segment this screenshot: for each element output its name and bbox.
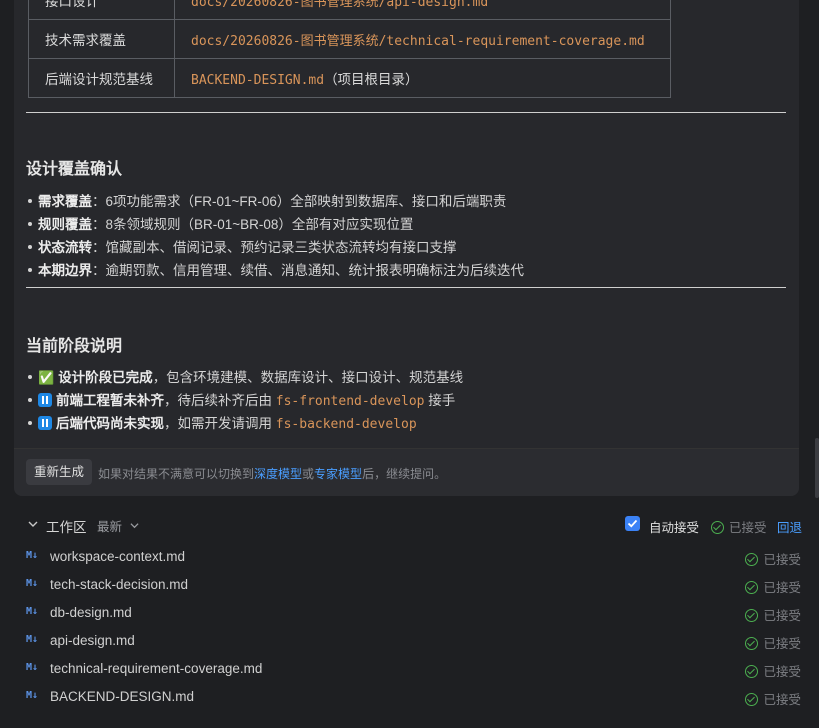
workspace-file-item[interactable]: M↓ api-design.md 已接受 — [0, 627, 819, 655]
file-status: 已接受 — [745, 577, 801, 596]
divider — [26, 287, 786, 288]
check-mark-icon: ✅ — [38, 370, 55, 385]
table-cell-label: 接口设计 — [28, 0, 175, 20]
coverage-list: 需求覆盖：6项功能需求（FR-01~FR-06）全部映射到数据库、接口和后端职责… — [28, 190, 524, 282]
path-suffix: （项目根目录） — [324, 72, 419, 87]
scrollbar[interactable] — [815, 438, 819, 498]
file-status: 已接受 — [745, 633, 801, 652]
table-cell-path: BACKEND-DESIGN.md（项目根目录） — [174, 58, 671, 98]
file-path-code: BACKEND-DESIGN.md — [191, 73, 325, 88]
markdown-icon: M↓ — [26, 690, 39, 701]
deep-model-link[interactable]: 深度模型 — [254, 467, 302, 481]
check-circle-icon — [745, 553, 759, 566]
file-path-code: docs/20260826-图书管理系统/api-design.md — [191, 0, 489, 10]
file-path-code: docs/20260826-图书管理系统/technical-requireme… — [191, 33, 645, 49]
expert-model-link[interactable]: 专家模型 — [314, 467, 362, 481]
check-circle-icon — [745, 609, 759, 622]
check-circle-icon — [745, 581, 759, 594]
workspace-file-item[interactable]: M↓ db-design.md 已接受 — [0, 599, 819, 627]
checkmark-icon — [627, 519, 638, 528]
pause-icon — [38, 393, 52, 407]
workspace-file-item[interactable]: M↓ workspace-context.md 已接受 — [0, 543, 819, 571]
table-row: 接口设计 docs/20260826-图书管理系统/api-design.md — [28, 0, 671, 20]
model-switch-hint: 如果对结果不满意可以切换到深度模型或专家模型后，继续提问。 — [98, 467, 447, 481]
regenerate-button[interactable]: 重新生成 — [26, 459, 93, 485]
message-footer: 重新生成 如果对结果不满意可以切换到深度模型或专家模型后，继续提问。 — [14, 448, 799, 496]
auto-accept-label: 自动接受 — [649, 521, 700, 535]
check-circle-icon — [711, 521, 724, 534]
chat-message-card: 接口设计 docs/20260826-图书管理系统/api-design.md … — [14, 0, 799, 496]
workspace-header: 工作区 最新 自动接受 已接受 回退 — [0, 508, 819, 540]
list-item: 需求覆盖：6项功能需求（FR-01~FR-06）全部映射到数据库、接口和后端职责 — [28, 190, 524, 213]
chevron-down-icon — [129, 523, 139, 529]
sort-dropdown[interactable]: 最新 — [97, 516, 139, 535]
list-item: 前端工程暂未补齐，待后续补齐后由 fs-frontend-develop 接手 — [28, 389, 463, 412]
markdown-icon: M↓ — [26, 578, 39, 589]
revert-button[interactable]: 回退 — [777, 517, 802, 536]
check-circle-icon — [745, 693, 759, 706]
divider — [26, 112, 786, 113]
check-circle-icon — [745, 665, 759, 678]
document-reference-table: 接口设计 docs/20260826-图书管理系统/api-design.md … — [28, 0, 671, 98]
pause-icon — [38, 416, 52, 430]
file-status: 已接受 — [745, 661, 801, 680]
markdown-icon: M↓ — [26, 662, 39, 673]
markdown-icon: M↓ — [26, 550, 39, 561]
section-title-stage: 当前阶段说明 — [26, 338, 123, 355]
stage-list: ✅ 设计阶段已完成，包含环境建模、数据库设计、接口设计、规范基线 前端工程暂未补齐… — [28, 366, 463, 435]
workspace-title: 工作区 — [46, 520, 87, 535]
markdown-icon: M↓ — [26, 634, 39, 645]
table-row: 技术需求覆盖 docs/20260826-图书管理系统/technical-re… — [28, 19, 671, 59]
list-item: ✅ 设计阶段已完成，包含环境建模、数据库设计、接口设计、规范基线 — [28, 366, 463, 389]
file-name: api-design.md — [50, 633, 135, 648]
workspace-file-item[interactable]: M↓ technical-requirement-coverage.md 已接受 — [0, 655, 819, 683]
table-cell-label: 技术需求覆盖 — [28, 19, 175, 59]
table-row: 后端设计规范基线 BACKEND-DESIGN.md（项目根目录） — [28, 58, 671, 98]
file-status: 已接受 — [745, 689, 801, 708]
chevron-down-icon[interactable] — [28, 519, 38, 529]
list-item: 后端代码尚未实现，如需开发请调用 fs-backend-develop — [28, 412, 463, 435]
file-name: workspace-context.md — [50, 549, 186, 564]
list-item: 本期边界：逾期罚款、信用管理、续借、消息通知、统计报表明确标注为后续迭代 — [28, 259, 524, 282]
list-item: 状态流转：馆藏副本、借阅记录、预约记录三类状态流转均有接口支撑 — [28, 236, 524, 259]
accepted-status: 已接受 — [711, 517, 767, 536]
file-status: 已接受 — [745, 605, 801, 624]
skill-code: fs-frontend-develop — [275, 394, 425, 409]
workspace-file-item[interactable]: M↓ BACKEND-DESIGN.md 已接受 — [0, 683, 819, 711]
file-status: 已接受 — [745, 549, 801, 568]
table-cell-path: docs/20260826-图书管理系统/api-design.md — [174, 0, 671, 20]
section-title-coverage: 设计覆盖确认 — [26, 161, 123, 178]
table-cell-path: docs/20260826-图书管理系统/technical-requireme… — [174, 19, 671, 59]
workspace-file-item[interactable]: M↓ tech-stack-decision.md 已接受 — [0, 571, 819, 599]
skill-code: fs-backend-develop — [275, 417, 417, 432]
markdown-icon: M↓ — [26, 606, 39, 617]
file-name: db-design.md — [50, 605, 132, 620]
check-circle-icon — [745, 637, 759, 650]
file-name: technical-requirement-coverage.md — [50, 661, 263, 676]
auto-accept-checkbox[interactable] — [625, 516, 640, 531]
file-name: BACKEND-DESIGN.md — [50, 689, 195, 704]
list-item: 规则覆盖：8条领域规则（BR-01~BR-08）全部有对应实现位置 — [28, 213, 524, 236]
table-cell-label: 后端设计规范基线 — [28, 58, 175, 98]
file-name: tech-stack-decision.md — [50, 577, 189, 592]
